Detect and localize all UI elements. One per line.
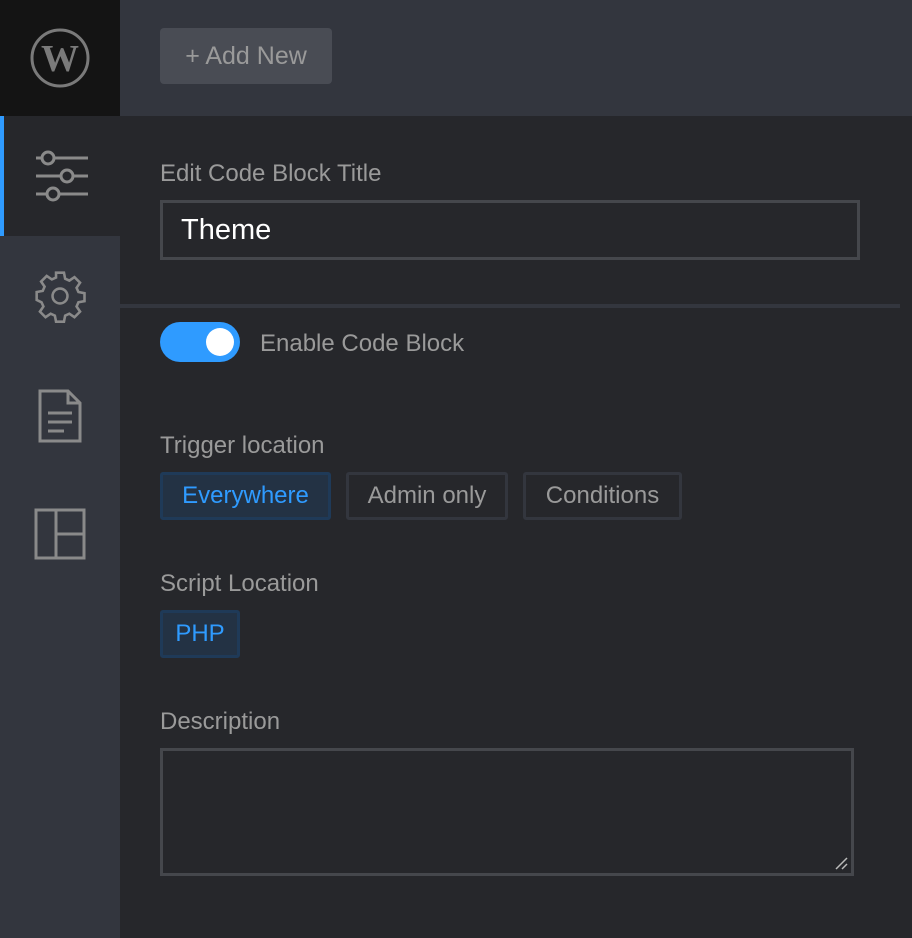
trigger-admin-only[interactable]: Admin only — [346, 472, 508, 520]
resize-handle-icon[interactable] — [834, 856, 848, 870]
sidebar-item-settings-sliders[interactable] — [0, 116, 120, 236]
title-input[interactable] — [160, 200, 860, 260]
script-php[interactable]: PHP — [160, 610, 240, 658]
layout-icon — [34, 508, 86, 560]
sidebar-item-layout[interactable] — [0, 474, 120, 594]
trigger-conditions[interactable]: Conditions — [523, 472, 682, 520]
wordpress-icon: W — [30, 28, 90, 88]
gear-icon — [35, 271, 86, 323]
sliders-icon — [36, 150, 88, 202]
sidebar-item-document[interactable] — [0, 356, 120, 476]
enable-label: Enable Code Block — [260, 330, 465, 357]
svg-text:W: W — [41, 38, 79, 80]
description-textarea[interactable] — [160, 748, 854, 876]
divider — [120, 304, 900, 308]
enable-toggle[interactable] — [160, 322, 240, 362]
trigger-label: Trigger location — [160, 432, 325, 459]
wordpress-logo[interactable]: W — [0, 0, 120, 116]
sidebar: W — [0, 0, 120, 938]
trigger-everywhere[interactable]: Everywhere — [160, 472, 331, 520]
title-label: Edit Code Block Title — [160, 160, 382, 187]
top-header: + Add New — [120, 0, 912, 116]
document-icon — [38, 389, 82, 443]
script-label: Script Location — [160, 570, 319, 597]
add-new-button[interactable]: + Add New — [160, 28, 332, 84]
description-label: Description — [160, 708, 281, 735]
sidebar-item-gear[interactable] — [0, 236, 120, 356]
